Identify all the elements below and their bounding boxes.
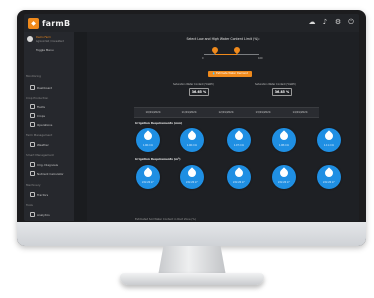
water-limit-slider[interactable] — [204, 45, 259, 56]
stat-label-2: Saturation Water Content (%SWC) — [255, 83, 297, 86]
estimate-button-label: Estimate Water Demand — [216, 72, 248, 75]
screen: ◆ farmB ☁ ♪ ⚙ ⏻ Demo Farm Agronomist / C… — [24, 14, 359, 221]
sidebar-item-nutrient[interactable]: Nutrient Calculator — [30, 171, 80, 176]
irrigation-mm-4: 1.08 mm — [272, 128, 296, 152]
fields-icon — [30, 104, 35, 109]
irrigation-mm-1: 1.06 mm — [136, 128, 160, 152]
irrigation-m3-3: 222.26 m³ — [227, 165, 251, 189]
bell-icon[interactable]: ♪ — [321, 18, 329, 26]
sidebar-item-operations[interactable]: Operations — [30, 122, 80, 127]
irrigation-mm-label: Irrigation Requirements (mm) — [135, 121, 183, 125]
irrigation-mm-3: 1.07 mm — [227, 128, 251, 152]
date-3: 12/01/2024 — [218, 111, 234, 114]
estimate-water-demand-button[interactable]: 💧 Estimate Water Demand — [208, 71, 252, 77]
stat-value-2: 36.85 % — [272, 88, 292, 96]
crops-icon — [30, 113, 35, 118]
drop-small-icon: 💧 — [212, 72, 216, 75]
stat-label-1: Saturation Water Content (%SWC) — [173, 83, 215, 86]
irrigation-m3-2: 222.26 m³ — [180, 165, 204, 189]
tractor-icon — [30, 192, 35, 197]
slider-max-label: 100 — [258, 57, 263, 60]
soil-water-caption: Estimated Soil Water Content in Root Zon… — [135, 218, 196, 221]
monitor-neck — [158, 246, 226, 276]
date-4: 13/01/2024 — [255, 111, 271, 114]
sidebar-item-fields[interactable]: Fields — [30, 104, 80, 109]
water-content-title: Select Low and High Water Content Limit … — [186, 37, 260, 41]
date-1: 10/01/2024 — [145, 111, 161, 114]
sidebar-section-smart-management: Smart Management — [26, 153, 54, 157]
analytics-icon — [30, 212, 35, 217]
water-drop-icon — [233, 167, 245, 179]
power-icon[interactable]: ⏻ — [347, 18, 355, 26]
sidebar-item-weather[interactable]: Weather — [30, 142, 80, 147]
operations-icon — [30, 122, 35, 127]
irrigation-m3-5: 222.26 m³ — [317, 165, 341, 189]
sidebar-section-crop-production: Crop Production — [26, 96, 49, 100]
date-5: 14/01/2024 — [292, 111, 308, 114]
cloud-icon[interactable]: ☁ — [308, 18, 316, 26]
irrigation-m3-4: 222.26 m³ — [272, 165, 296, 189]
profile-name: Demo Farm — [36, 36, 51, 39]
irrigation-icon — [30, 162, 35, 167]
nutrient-icon — [30, 171, 35, 176]
water-drop-icon — [278, 167, 290, 179]
stat-value-1: 36.65 % — [189, 88, 209, 96]
farmb-logo-icon[interactable]: ◆ — [28, 17, 39, 29]
irrigation-mm-2: 1.06 mm — [180, 128, 204, 152]
sidebar-section-monitoring: Monitoring — [26, 74, 41, 78]
water-drop-icon — [186, 130, 198, 142]
sidebar-item-crops[interactable]: Crops — [30, 113, 80, 118]
water-drop-icon — [323, 167, 335, 179]
water-drop-icon — [142, 130, 154, 142]
sidebar: Demo Farm Agronomist / Consultant Toggle… — [24, 32, 74, 221]
irrigation-m3-1: 222.26 m³ — [136, 165, 160, 189]
slider-min-label: 0 — [202, 57, 204, 60]
irrigation-mm-5: 1.11 mm — [317, 128, 341, 152]
sidebar-section-tools: Tools — [26, 203, 33, 207]
water-drop-icon — [142, 167, 154, 179]
water-drop-icon — [323, 130, 335, 142]
water-drop-icon — [233, 130, 245, 142]
top-icons: ☁ ♪ ⚙ ⏻ — [308, 18, 355, 26]
sidebar-item-irrigation[interactable]: Irrig. Diagnosis — [30, 162, 80, 167]
dashboard-icon — [30, 85, 35, 90]
monitor-chin — [17, 222, 366, 246]
avatar — [27, 36, 33, 42]
sidebar-item-analytics[interactable]: Analytics — [30, 212, 80, 217]
slider-fill — [215, 54, 237, 56]
date-header-row: 10/01/2024 11/01/2024 12/01/2024 13/01/2… — [134, 107, 319, 118]
sidebar-item-dashboard[interactable]: Dashboard — [30, 85, 80, 90]
sidebar-item-tractors[interactable]: Tractors — [30, 192, 80, 197]
sidebar-section-machinery: Machinery — [26, 183, 41, 187]
water-drop-icon — [278, 130, 290, 142]
main-content: Select Low and High Water Content Limit … — [87, 32, 359, 221]
topbar: ◆ farmB ☁ ♪ ⚙ ⏻ — [24, 14, 359, 32]
water-drop-icon — [186, 167, 198, 179]
gear-icon[interactable]: ⚙ — [334, 18, 342, 26]
date-2: 11/01/2024 — [181, 111, 197, 114]
low-limit-handle[interactable] — [210, 45, 220, 55]
weather-icon — [30, 142, 35, 147]
sidebar-rail — [74, 32, 87, 221]
irrigation-m3-label: Irrigation Requirements (m³) — [135, 157, 181, 161]
monitor-base — [120, 273, 264, 285]
toggle-menu[interactable]: Toggle Menu — [36, 48, 54, 52]
profile-role: Agronomist / Consultant — [36, 40, 64, 43]
brand-name[interactable]: farmB — [42, 19, 70, 28]
high-limit-handle[interactable] — [232, 45, 242, 55]
monitor: ◆ farmB ☁ ♪ ⚙ ⏻ Demo Farm Agronomist / C… — [0, 0, 374, 298]
sidebar-section-farm-management: Farm Management — [26, 133, 53, 137]
